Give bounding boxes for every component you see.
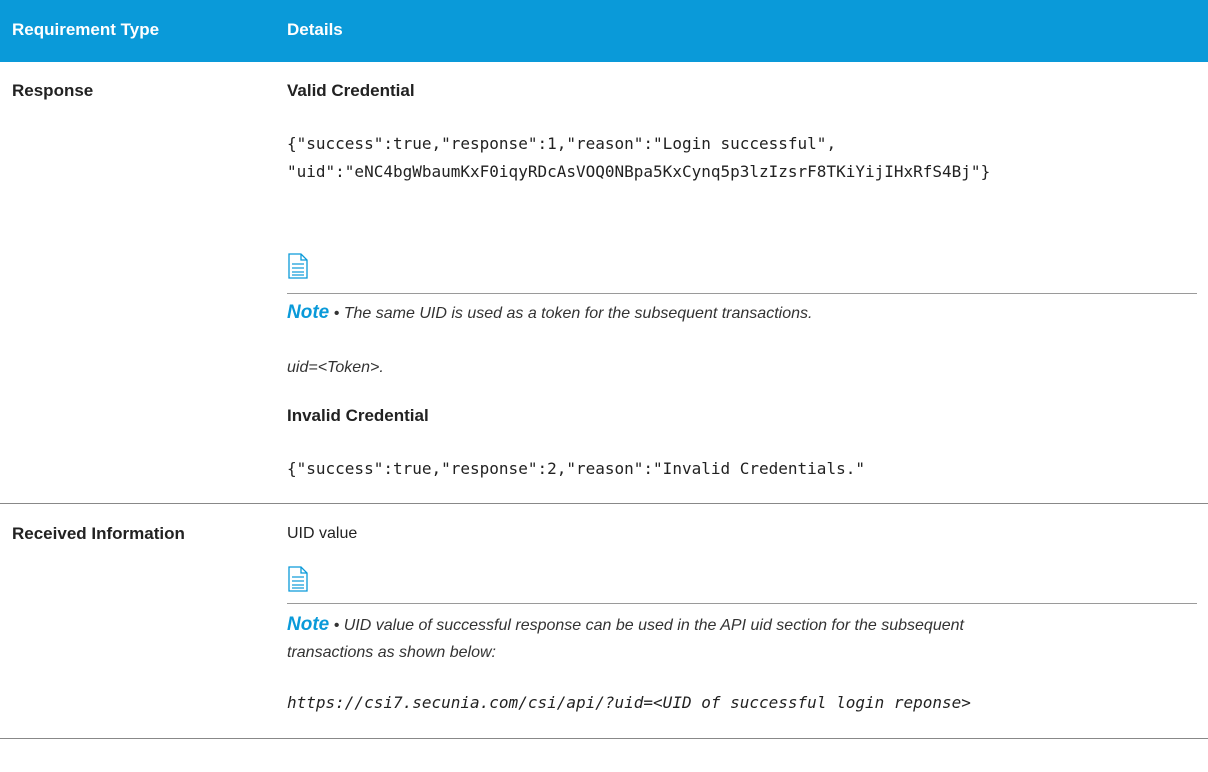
note-icon	[288, 253, 308, 279]
invalid-credential-heading: Invalid Credential	[287, 406, 429, 425]
uid-value-text: UID value	[287, 525, 358, 542]
note-label: Note	[287, 614, 330, 635]
note-bullet: •	[333, 617, 340, 634]
row-label-response: Response	[12, 81, 94, 100]
note-2-continued: transactions as shown below:	[287, 639, 1192, 667]
note-rule	[287, 603, 1197, 604]
header-requirement-type: Requirement Type	[12, 20, 160, 39]
row-divider-bottom	[0, 738, 1208, 739]
uid-token-text: uid=<Token>.	[287, 359, 384, 376]
valid-response-line1: {"success":true,"response":1,"reason":"L…	[287, 134, 837, 153]
row-divider	[0, 503, 1208, 504]
invalid-response-line: {"success":true,"response":2,"reason":"I…	[287, 459, 865, 478]
note-text: The same UID is used as a token for the …	[343, 305, 813, 322]
api-url-text: https://csi7.secunia.com/csi/api/?uid=<U…	[287, 693, 971, 712]
note-icon	[288, 566, 308, 592]
note-rule	[287, 293, 1197, 294]
note-1: Note • The same UID is used as a token f…	[287, 299, 1192, 328]
note-text-line2: transactions as shown below:	[287, 644, 496, 661]
note-label: Note	[287, 302, 330, 323]
table-header: Requirement Type Details	[0, 0, 1208, 62]
valid-response-line2: "uid":"eNC4bgWbaumKxF0iqyRDcAsVOQ0NBpa5K…	[287, 162, 991, 181]
note-2: Note • UID value of successful response …	[287, 611, 1192, 640]
row-label-received-information: Received Information	[12, 524, 185, 543]
note-bullet: •	[333, 305, 340, 322]
valid-credential-heading: Valid Credential	[287, 81, 415, 100]
header-details: Details	[287, 20, 343, 39]
note-text-line1: UID value of successful response can be …	[343, 617, 964, 634]
